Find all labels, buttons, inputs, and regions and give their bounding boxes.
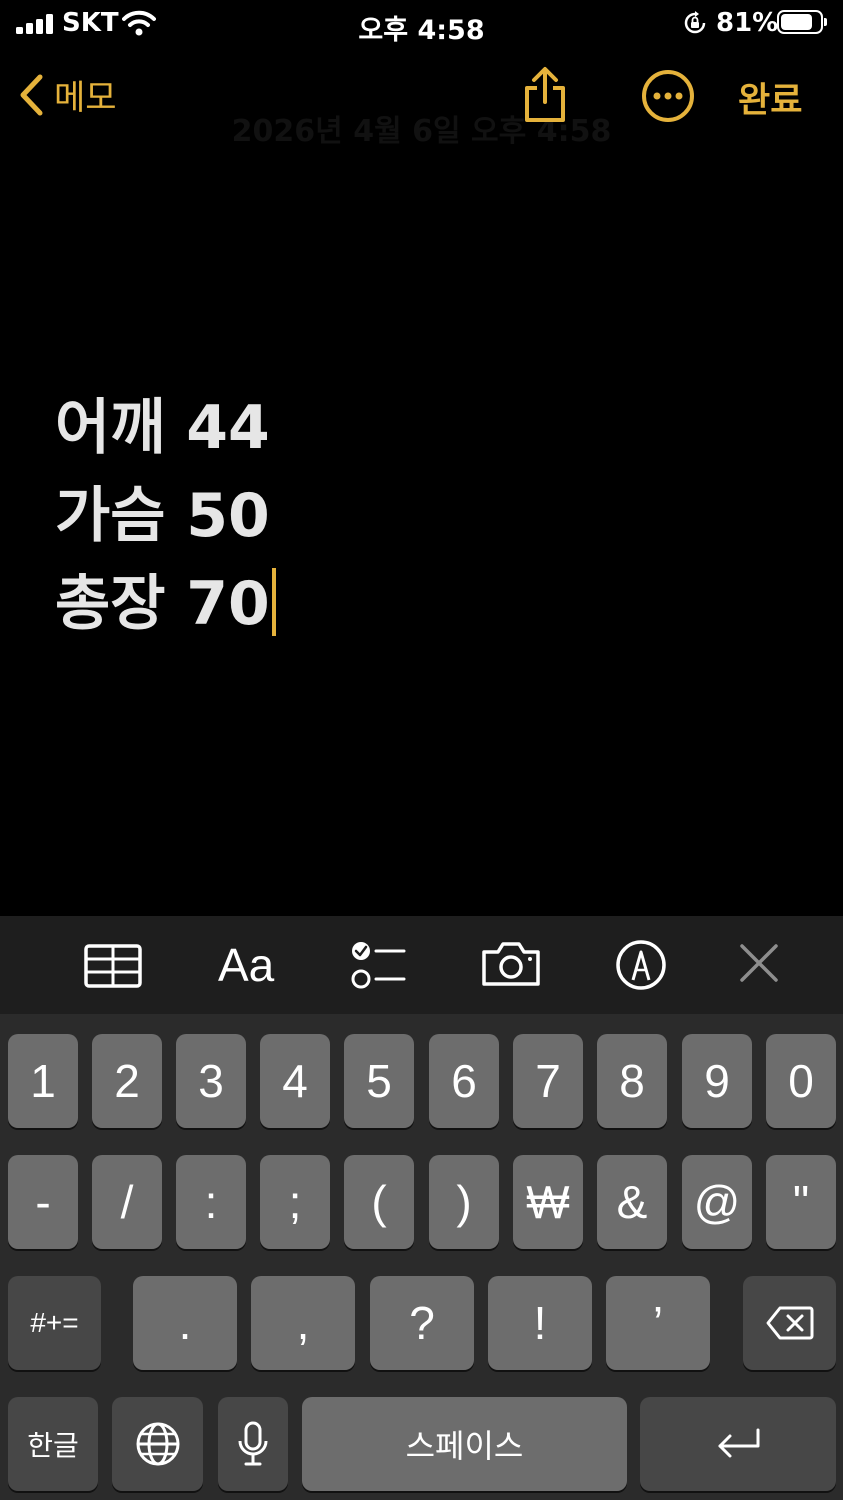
status-bar: SKT 오후 4:58 81% bbox=[0, 0, 843, 48]
battery-percent: 81% bbox=[716, 8, 779, 38]
dictation-key[interactable] bbox=[218, 1397, 288, 1491]
key-slash[interactable]: / bbox=[92, 1155, 162, 1249]
language-key[interactable]: 한글 bbox=[8, 1397, 98, 1491]
note-line: 어깨 44 bbox=[55, 384, 276, 472]
microphone-icon bbox=[238, 1421, 268, 1466]
key-right-paren[interactable]: ) bbox=[429, 1155, 499, 1249]
more-options-icon[interactable] bbox=[640, 68, 696, 124]
key-left-paren[interactable]: ( bbox=[344, 1155, 414, 1249]
key-4[interactable]: 4 bbox=[260, 1034, 330, 1128]
note-line-text: 총장 70 bbox=[55, 569, 270, 639]
key-7[interactable]: 7 bbox=[513, 1034, 583, 1128]
format-toolbar: Aa bbox=[0, 916, 843, 1014]
key-9[interactable]: 9 bbox=[682, 1034, 752, 1128]
rotation-lock-icon bbox=[684, 11, 706, 34]
note-body[interactable]: 어깨 44 가슴 50 총장 70 bbox=[55, 384, 276, 648]
camera-icon[interactable] bbox=[480, 940, 542, 988]
text-cursor bbox=[271, 568, 276, 636]
key-exclamation[interactable]: ! bbox=[488, 1276, 592, 1370]
checklist-icon[interactable] bbox=[350, 940, 406, 990]
key-hyphen[interactable]: - bbox=[8, 1155, 78, 1249]
key-won[interactable]: ₩ bbox=[513, 1155, 583, 1249]
close-icon[interactable] bbox=[738, 942, 780, 984]
markup-icon[interactable] bbox=[614, 938, 668, 992]
battery-icon bbox=[777, 10, 827, 34]
note-line: 가슴 50 bbox=[55, 472, 276, 560]
key-ampersand[interactable]: & bbox=[597, 1155, 667, 1249]
nav-bar: 메모 2026년 4월 6일 오후 4:58 완료 bbox=[0, 48, 843, 149]
key-0[interactable]: 0 bbox=[766, 1034, 836, 1128]
key-question[interactable]: ? bbox=[370, 1276, 474, 1370]
key-apostrophe[interactable]: ’ bbox=[606, 1276, 710, 1370]
format-text-button[interactable]: Aa bbox=[218, 938, 274, 992]
globe-icon bbox=[136, 1422, 179, 1466]
keyboard: 1 2 3 4 5 6 7 8 9 0 - / : ; ( ) ₩ & @ " … bbox=[0, 1014, 843, 1500]
key-2[interactable]: 2 bbox=[92, 1034, 162, 1128]
delete-icon bbox=[766, 1306, 813, 1340]
key-period[interactable]: . bbox=[133, 1276, 237, 1370]
key-6[interactable]: 6 bbox=[429, 1034, 499, 1128]
return-icon bbox=[718, 1428, 760, 1458]
delete-key[interactable] bbox=[743, 1276, 836, 1370]
share-icon[interactable] bbox=[519, 66, 571, 124]
key-comma[interactable]: , bbox=[251, 1276, 355, 1370]
done-button[interactable]: 완료 bbox=[738, 72, 802, 123]
key-colon[interactable]: : bbox=[176, 1155, 246, 1249]
return-key[interactable] bbox=[640, 1397, 836, 1491]
key-5[interactable]: 5 bbox=[344, 1034, 414, 1128]
symbols-toggle-key[interactable]: #+= bbox=[8, 1276, 101, 1370]
table-icon[interactable] bbox=[84, 944, 142, 988]
note-date: 2026년 4월 6일 오후 4:58 bbox=[231, 114, 612, 149]
key-semicolon[interactable]: ; bbox=[260, 1155, 330, 1249]
key-at[interactable]: @ bbox=[682, 1155, 752, 1249]
note-line: 총장 70 bbox=[55, 560, 276, 648]
space-key[interactable]: 스페이스 bbox=[302, 1397, 627, 1491]
key-1[interactable]: 1 bbox=[8, 1034, 78, 1128]
key-quote[interactable]: " bbox=[766, 1155, 836, 1249]
key-8[interactable]: 8 bbox=[597, 1034, 667, 1128]
globe-key[interactable] bbox=[112, 1397, 203, 1491]
key-3[interactable]: 3 bbox=[176, 1034, 246, 1128]
note-line-text: 가슴 50 bbox=[55, 481, 270, 551]
note-line-text: 어깨 44 bbox=[55, 393, 270, 463]
